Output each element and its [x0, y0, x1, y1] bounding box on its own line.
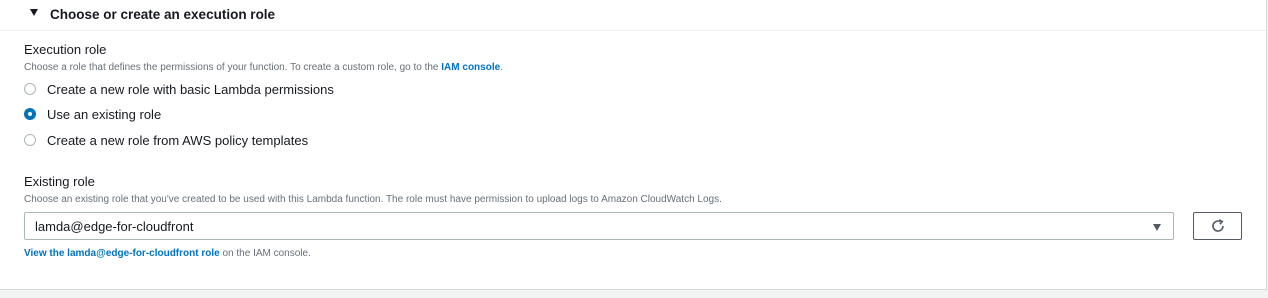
- caret-down-icon[interactable]: [30, 9, 38, 16]
- execution-role-panel: Choose or create an execution role Execu…: [0, 0, 1267, 290]
- view-role-suffix: on the IAM console.: [219, 248, 311, 259]
- section-title[interactable]: Choose or create an execution role: [50, 7, 275, 22]
- existing-role-description: Choose an existing role that you've crea…: [24, 194, 722, 205]
- existing-role-label: Existing role: [24, 174, 95, 189]
- chevron-down-icon[interactable]: [1153, 224, 1161, 231]
- section-header[interactable]: Choose or create an execution role: [0, 0, 1266, 31]
- radio-policy-templates[interactable]: [24, 134, 36, 146]
- view-role-text: View the lamda@edge-for-cloudfront role …: [24, 248, 311, 259]
- iam-console-link[interactable]: IAM console: [441, 62, 500, 73]
- radio-label-existing-role[interactable]: Use an existing role: [47, 107, 161, 122]
- radio-option-new-basic-role[interactable]: Create a new role with basic Lambda perm…: [24, 80, 334, 98]
- execution-role-label: Execution role: [24, 42, 107, 57]
- radio-new-basic-role[interactable]: [24, 83, 36, 95]
- radio-option-existing-role[interactable]: Use an existing role: [24, 105, 161, 123]
- radio-label-policy-templates[interactable]: Create a new role from AWS policy templa…: [47, 133, 308, 148]
- existing-role-selected-value: lamda@edge-for-cloudfront: [35, 219, 194, 234]
- view-role-link[interactable]: View the lamda@edge-for-cloudfront role: [24, 248, 220, 259]
- existing-role-select[interactable]: lamda@edge-for-cloudfront: [24, 212, 1174, 240]
- radio-option-policy-templates[interactable]: Create a new role from AWS policy templa…: [24, 131, 308, 149]
- radio-existing-role[interactable]: [24, 108, 36, 120]
- refresh-icon: [1211, 219, 1224, 232]
- radio-label-new-basic-role[interactable]: Create a new role with basic Lambda perm…: [47, 82, 334, 97]
- execution-role-description: Choose a role that defines the permissio…: [24, 62, 503, 73]
- refresh-button[interactable]: [1193, 212, 1242, 240]
- execution-role-description-suffix: .: [500, 62, 503, 73]
- execution-role-description-text: Choose a role that defines the permissio…: [24, 62, 442, 73]
